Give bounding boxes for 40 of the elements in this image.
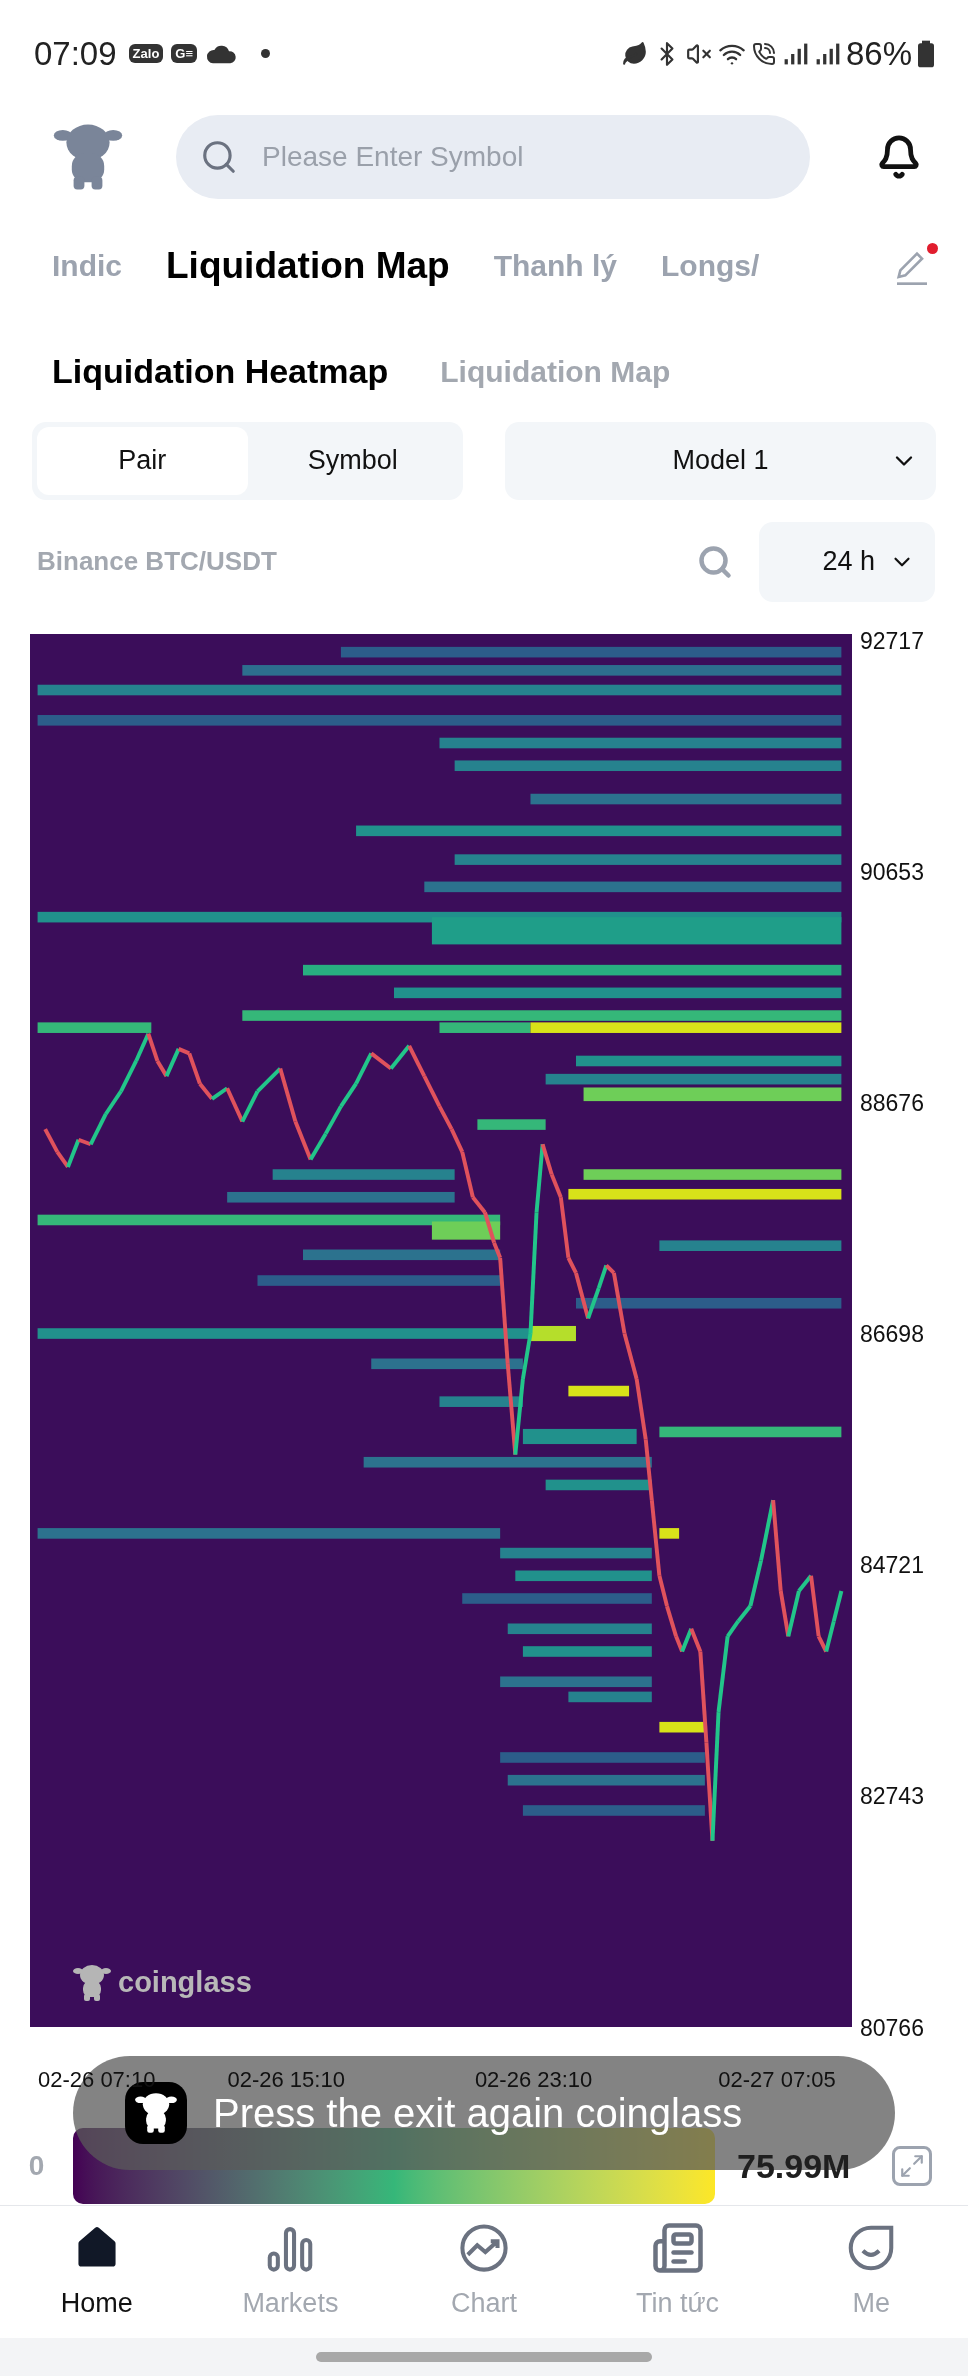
range-dropdown[interactable]: 24 h (759, 521, 935, 602)
brand-logo-icon (72, 1962, 112, 2003)
category-tab[interactable]: Indic (52, 243, 122, 288)
newspaper-icon (650, 2220, 705, 2275)
app-icon (134, 2091, 178, 2135)
nav-tab[interactable]: Me (774, 2220, 968, 2324)
nav-tab[interactable]: Markets (193, 2220, 388, 2324)
price-axis-label: 80766 (860, 2016, 924, 2040)
model-dropdown[interactable]: Model 1 (505, 421, 936, 500)
price-axis-label: 88676 (860, 1091, 924, 1115)
nav-tab[interactable]: Tin tức (580, 2220, 775, 2324)
view-tab[interactable]: Liquidation Heatmap (52, 346, 389, 398)
category-tab[interactable]: Longs/ (661, 243, 760, 288)
leaf-icon (621, 40, 648, 67)
price-axis-label: 86698 (860, 1323, 924, 1347)
battery-icon (918, 39, 934, 68)
pair-label: Binance BTC/USDT (37, 545, 277, 579)
call-icon (751, 41, 776, 66)
price-axis-label: 82743 (860, 1785, 924, 1809)
nav-tab[interactable]: Chart (387, 2220, 581, 2324)
mode-option[interactable]: Pair (37, 426, 248, 495)
nav-tab[interactable]: Home (0, 2220, 194, 2324)
legend-min: 0 (27, 2149, 46, 2184)
price-axis-label: 84721 (860, 1554, 924, 1578)
search-field[interactable]: Please Enter Symbol (176, 115, 810, 200)
category-tab[interactable]: Thanh lý (493, 243, 617, 288)
fullscreen-icon[interactable] (892, 2146, 932, 2187)
category-tab[interactable]: Liquidation Map (166, 237, 450, 294)
price-axis-label: 92717 (860, 629, 924, 653)
search-icon[interactable] (697, 543, 733, 580)
mode-option[interactable]: Symbol (247, 426, 458, 495)
home-indicator[interactable] (316, 2352, 652, 2363)
price-axis-label: 90653 (860, 860, 924, 884)
view-tab[interactable]: Liquidation Map (440, 349, 671, 395)
battery-level: 86% (845, 33, 912, 74)
app-notification-icon: G≡ (171, 44, 198, 64)
app-notification-icon: Zalo (128, 44, 164, 64)
notification-bell-icon[interactable] (876, 134, 922, 181)
brand-watermark: coinglass (118, 1965, 252, 2001)
status-time: 07:09 (34, 33, 117, 74)
